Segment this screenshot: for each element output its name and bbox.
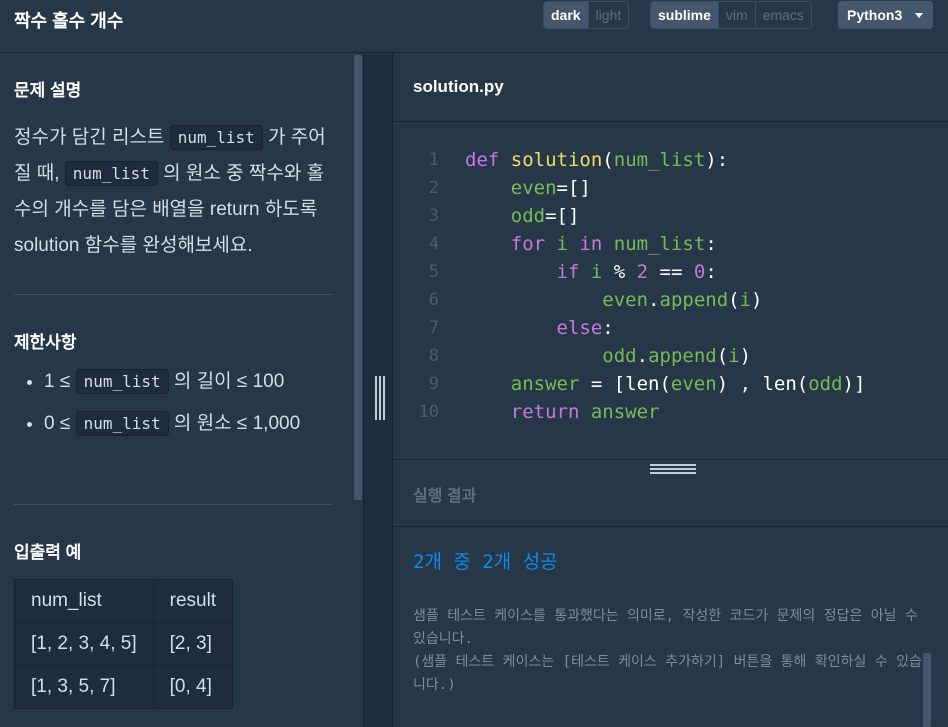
chevron-down-icon bbox=[915, 13, 923, 18]
result-message-line: 샘플 테스트 케이스를 통과했다는 의미로, 작성한 코드가 문제의 정답은 아… bbox=[413, 608, 918, 647]
editor-filename: solution.py bbox=[413, 77, 504, 96]
section-divider bbox=[14, 504, 333, 505]
keymap-toggle: sublime vim emacs bbox=[650, 1, 812, 29]
grip-line bbox=[383, 376, 385, 420]
grip-line[interactable] bbox=[650, 464, 696, 466]
table-cell: [1, 2, 3, 4, 5] bbox=[14, 622, 154, 666]
language-select[interactable]: Python3 bbox=[838, 1, 933, 29]
inline-code: num_list bbox=[64, 161, 158, 186]
result-header: 실행 결과 bbox=[393, 459, 948, 527]
result-summary: 2개 중 2개 성공 bbox=[413, 551, 558, 573]
constraint-item: 0 ≤ num_list 의 원소 ≤ 1,000 bbox=[44, 408, 334, 440]
problem-description: 정수가 담긴 리스트 num_list 가 주어질 때, num_list 의 … bbox=[14, 120, 339, 264]
table-row: [1, 3, 5, 7] [0, 4] bbox=[14, 665, 234, 709]
line-number: 2 bbox=[428, 178, 439, 198]
line-number: 4 bbox=[428, 234, 439, 254]
keymap-vim-button[interactable]: vim bbox=[717, 2, 755, 28]
constraint-text: 의 원소 ≤ 1,000 bbox=[168, 413, 301, 434]
theme-toggle: dark light bbox=[543, 1, 630, 29]
result-message: 샘플 테스트 케이스를 통과했다는 의미로, 작성한 코드가 문제의 정답은 아… bbox=[413, 605, 923, 697]
constraint-item: 1 ≤ num_list 의 길이 ≤ 100 bbox=[44, 366, 334, 398]
keymap-emacs-button[interactable]: emacs bbox=[754, 2, 811, 28]
result-panel: 2개 중 2개 성공 샘플 테스트 케이스를 통과했다는 의미로, 작성한 코드… bbox=[393, 528, 948, 727]
editor-header: solution.py bbox=[393, 54, 948, 122]
panel-resize-handle[interactable] bbox=[363, 54, 393, 727]
result-scrollbar[interactable] bbox=[923, 653, 931, 727]
top-bar: 짝수 홀수 개수 dark light sublime vim emacs Py… bbox=[0, 0, 948, 53]
theme-dark-button[interactable]: dark bbox=[544, 2, 588, 28]
line-number: 7 bbox=[428, 318, 439, 338]
table-header: result bbox=[152, 579, 234, 623]
code-editor[interactable]: 1 def solution(num_list): 2 even=[] 3 odd… bbox=[393, 122, 948, 459]
page-title: 짝수 홀수 개수 bbox=[14, 11, 124, 31]
problem-panel: 문제 설명 정수가 담긴 리스트 num_list 가 주어질 때, num_l… bbox=[0, 54, 363, 727]
line-number: 8 bbox=[428, 346, 439, 366]
language-label: Python3 bbox=[847, 7, 903, 23]
table-header: num_list bbox=[14, 579, 154, 623]
table-cell: [0, 4] bbox=[152, 665, 234, 709]
table-row: [1, 2, 3, 4, 5] [2, 3] bbox=[14, 622, 234, 666]
inline-code: num_list bbox=[75, 369, 169, 394]
constraint-text: 의 길이 ≤ 100 bbox=[168, 371, 285, 392]
constraint-text: 1 ≤ bbox=[44, 371, 76, 392]
problem-section-title: 문제 설명 bbox=[14, 81, 82, 100]
line-number: 10 bbox=[418, 402, 439, 422]
examples-title: 입출력 예 bbox=[14, 543, 82, 562]
inline-code: num_list bbox=[75, 411, 169, 436]
constraints-list: 1 ≤ num_list 의 길이 ≤ 100 0 ≤ num_list 의 원… bbox=[44, 366, 334, 450]
line-number: 9 bbox=[428, 374, 439, 394]
grip-line bbox=[379, 376, 381, 420]
grip-line bbox=[375, 376, 377, 420]
line-number: 6 bbox=[428, 290, 439, 310]
table-cell: [1, 3, 5, 7] bbox=[14, 665, 154, 709]
result-message-line: (샘플 테스트 케이스는 [테스트 케이스 추가하기] 버튼을 통해 확인하실 … bbox=[413, 654, 922, 693]
line-number: 5 bbox=[428, 262, 439, 282]
line-number: 3 bbox=[428, 206, 439, 226]
grip-line[interactable] bbox=[650, 468, 696, 470]
result-title: 실행 결과 bbox=[413, 488, 477, 505]
table-header-row: num_list result bbox=[14, 579, 234, 623]
constraint-text: 0 ≤ bbox=[44, 413, 76, 434]
examples-table: num_list result [1, 2, 3, 4, 5] [2, 3] [… bbox=[14, 579, 234, 709]
line-number: 1 bbox=[428, 150, 439, 170]
section-divider bbox=[14, 294, 333, 295]
problem-scrollbar[interactable] bbox=[354, 55, 362, 500]
keymap-sublime-button[interactable]: sublime bbox=[651, 2, 718, 28]
theme-light-button[interactable]: light bbox=[587, 2, 629, 28]
inline-code: num_list bbox=[169, 125, 263, 150]
constraints-title: 제한사항 bbox=[14, 333, 77, 352]
grip-line[interactable] bbox=[650, 472, 696, 474]
table-cell: [2, 3] bbox=[152, 622, 234, 666]
desc-text-1: 정수가 담긴 리스트 bbox=[14, 127, 170, 148]
